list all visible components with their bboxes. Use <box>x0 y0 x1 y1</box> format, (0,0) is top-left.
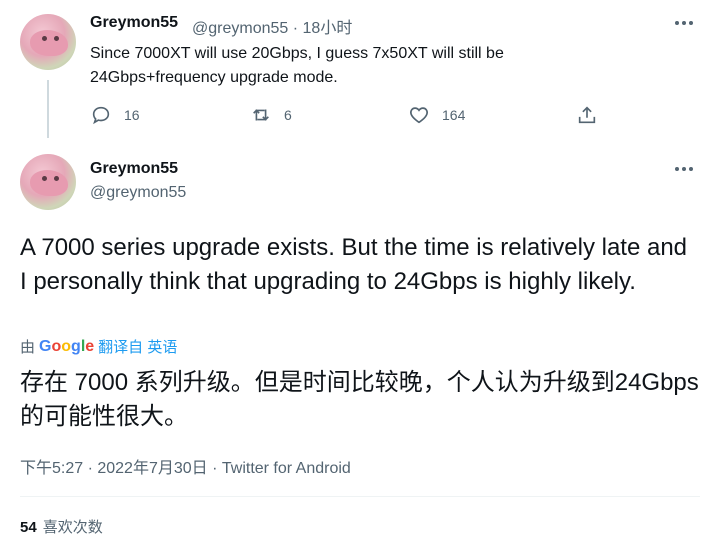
reply-time[interactable]: 18小时 <box>303 20 353 37</box>
like-button[interactable]: 164 <box>408 102 465 128</box>
google-logo: Google <box>39 337 95 355</box>
heart-icon <box>410 107 428 124</box>
share-icon <box>578 106 596 124</box>
reply-handle-time: @greymon55 · 18小时 <box>192 14 352 38</box>
share-button[interactable] <box>576 102 598 128</box>
likes-count: 54 <box>20 519 37 536</box>
reply-button[interactable]: 16 <box>90 102 140 128</box>
reply-text: Since 7000XT will use 20Gbps, I guess 7x… <box>90 45 504 86</box>
retweet-count: 6 <box>284 107 292 123</box>
retweet-icon <box>253 109 269 121</box>
more-dots-icon[interactable] <box>672 164 696 174</box>
like-count: 164 <box>442 107 466 123</box>
reply-handle[interactable]: @greymon55 <box>192 20 288 37</box>
likes-label: 喜欢次数 <box>42 519 103 536</box>
thread-connector-line <box>47 80 49 138</box>
reply-display-name[interactable]: Greymon55 <box>90 14 178 32</box>
reply-count: 16 <box>124 107 140 123</box>
translated-from-link[interactable]: 翻译自 英语 <box>98 336 177 357</box>
author-handle[interactable]: @greymon55 <box>90 184 186 202</box>
likes-summary[interactable]: 54 喜欢次数 <box>20 516 103 537</box>
tweet-text: A 7000 series upgrade exists. But the ti… <box>20 234 688 295</box>
translated-text: 存在 7000 系列升级。但是时间比较晚，个人认为升级到24Gbps的可能性很大… <box>20 369 699 430</box>
avatar[interactable] <box>20 154 76 210</box>
translation-attribution: 由 Google 翻译自 英语 <box>20 336 177 357</box>
divider <box>20 496 700 497</box>
translate-prefix: 由 <box>20 339 36 356</box>
retweet-button[interactable]: 6 <box>250 102 292 128</box>
separator-dot: · <box>292 20 299 37</box>
avatar[interactable] <box>20 14 76 70</box>
comment-bubble-icon <box>92 106 110 125</box>
author-display-name[interactable]: Greymon55 <box>90 160 178 178</box>
more-dots-icon[interactable] <box>672 18 696 28</box>
tweet-timestamp-source[interactable]: 下午5:27 · 2022年7月30日 · Twitter for Androi… <box>20 454 351 478</box>
